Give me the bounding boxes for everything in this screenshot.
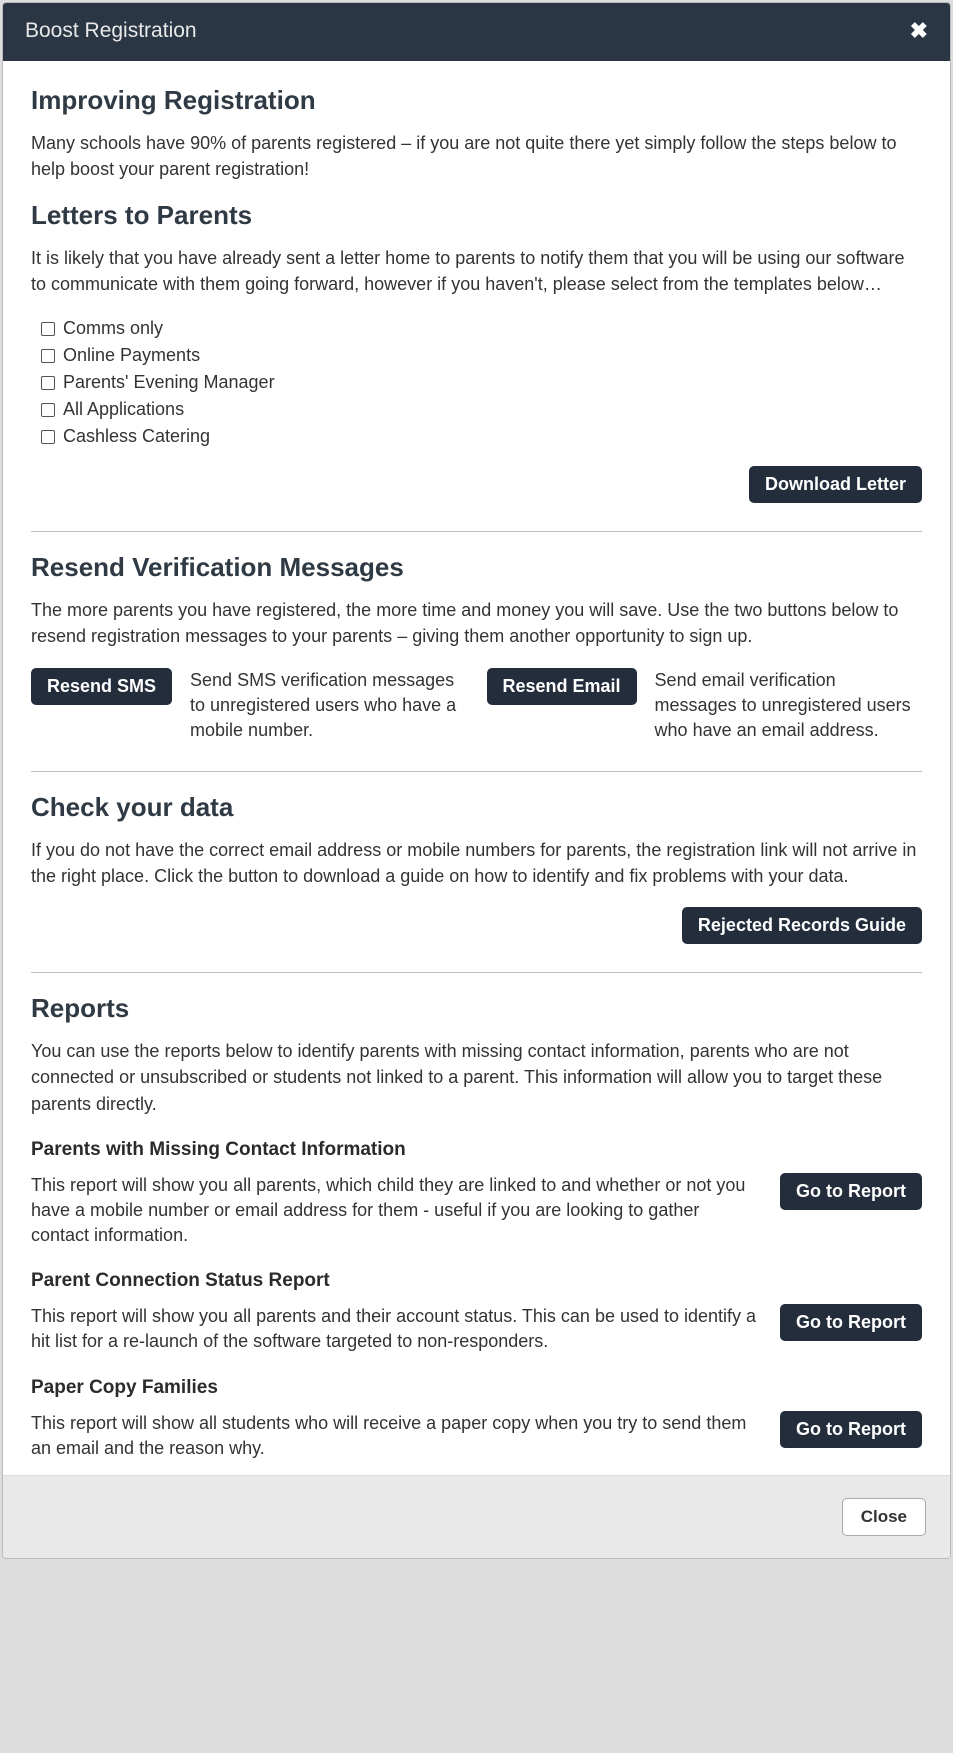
improving-registration-text: Many schools have 90% of parents registe… [31,130,922,182]
report-row-paper-copy: This report will show all students who w… [31,1411,922,1461]
resend-sms-button[interactable]: Resend SMS [31,668,172,705]
resend-email-desc: Send email verification messages to unre… [655,668,922,744]
rejected-records-guide-button[interactable]: Rejected Records Guide [682,907,922,944]
checkbox-cashless-catering[interactable]: Cashless Catering [41,423,922,450]
close-button[interactable]: Close [842,1498,926,1536]
resend-email-button[interactable]: Resend Email [487,668,637,705]
check-data-heading: Check your data [31,792,922,823]
letters-text: It is likely that you have already sent … [31,245,922,297]
resend-sms-desc: Send SMS verification messages to unregi… [190,668,466,744]
report-row-missing-contact: This report will show you all parents, w… [31,1173,922,1249]
letters-options-list: Comms only Online Payments Parents' Even… [31,315,922,450]
checkbox-comms-only[interactable]: Comms only [41,315,922,342]
checkbox-icon[interactable] [41,376,55,390]
check-data-text: If you do not have the correct email add… [31,837,922,889]
report-desc: This report will show you all parents, w… [31,1173,760,1249]
resend-heading: Resend Verification Messages [31,552,922,583]
resend-email-group: Resend Email Send email verification mes… [487,668,923,744]
modal-body: Improving Registration Many schools have… [3,61,950,1475]
divider [31,531,922,532]
boost-registration-modal: Boost Registration ✖ Improving Registrat… [2,2,951,1559]
report-title-paper-copy: Paper Copy Families [31,1377,922,1399]
checkbox-parents-evening-manager[interactable]: Parents' Evening Manager [41,369,922,396]
checkbox-label: Cashless Catering [63,426,210,447]
go-to-report-button[interactable]: Go to Report [780,1304,922,1341]
checkbox-label: Parents' Evening Manager [63,372,275,393]
checkbox-icon[interactable] [41,403,55,417]
divider [31,771,922,772]
checkbox-icon[interactable] [41,349,55,363]
checkbox-all-applications[interactable]: All Applications [41,396,922,423]
reports-heading: Reports [31,993,922,1024]
resend-sms-group: Resend SMS Send SMS verification message… [31,668,467,744]
report-desc: This report will show you all parents an… [31,1304,760,1354]
letters-heading: Letters to Parents [31,200,922,231]
report-title-connection-status: Parent Connection Status Report [31,1270,922,1292]
report-title-missing-contact: Parents with Missing Contact Information [31,1139,922,1161]
go-to-report-button[interactable]: Go to Report [780,1411,922,1448]
reports-text: You can use the reports below to identif… [31,1038,922,1116]
download-letter-button[interactable]: Download Letter [749,466,922,503]
checkbox-label: Comms only [63,318,163,339]
checkbox-label: All Applications [63,399,184,420]
improving-registration-heading: Improving Registration [31,85,922,116]
report-row-connection-status: This report will show you all parents an… [31,1304,922,1354]
checkbox-online-payments[interactable]: Online Payments [41,342,922,369]
go-to-report-button[interactable]: Go to Report [780,1173,922,1210]
resend-actions-row: Resend SMS Send SMS verification message… [31,668,922,744]
checkbox-icon[interactable] [41,430,55,444]
resend-text: The more parents you have registered, th… [31,597,922,649]
checkbox-icon[interactable] [41,322,55,336]
modal-header: Boost Registration ✖ [3,3,950,61]
report-desc: This report will show all students who w… [31,1411,760,1461]
close-icon[interactable]: ✖ [910,20,928,42]
modal-title: Boost Registration [25,19,197,43]
divider [31,972,922,973]
checkbox-label: Online Payments [63,345,200,366]
modal-footer: Close [3,1475,950,1558]
